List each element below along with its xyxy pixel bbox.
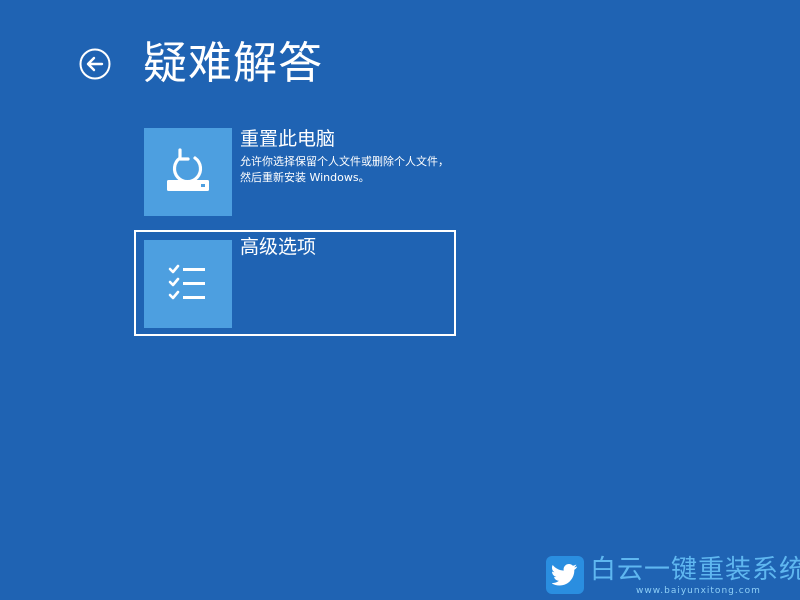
- arrow-left-circle-icon: [79, 48, 111, 80]
- advanced-options-option[interactable]: 高级选项: [134, 230, 456, 336]
- back-button[interactable]: [79, 48, 111, 80]
- page-title: 疑难解答: [143, 38, 323, 89]
- reset-pc-option[interactable]: 重置此电脑 允许你选择保留个人文件或删除个人文件，然后重新安装 Windows。: [134, 118, 456, 224]
- reset-pc-title: 重置此电脑: [240, 128, 336, 150]
- reset-pc-tile: [144, 128, 232, 216]
- bird-logo-icon: [552, 564, 577, 586]
- watermark-brand: 白云一键重装系统: [590, 555, 800, 585]
- advanced-options-tile: [144, 240, 232, 328]
- watermark: 白云一键重装系统 www.baiyunxitong.com: [546, 556, 800, 596]
- advanced-options-title: 高级选项: [240, 236, 317, 258]
- checklist-icon: [168, 264, 205, 300]
- watermark-url: www.baiyunxitong.com: [636, 586, 761, 596]
- watermark-logo: [546, 556, 584, 594]
- reset-pc-description: 允许你选择保留个人文件或删除个人文件，然后重新安装 Windows。: [240, 155, 449, 184]
- reset-pc-icon: [167, 148, 209, 191]
